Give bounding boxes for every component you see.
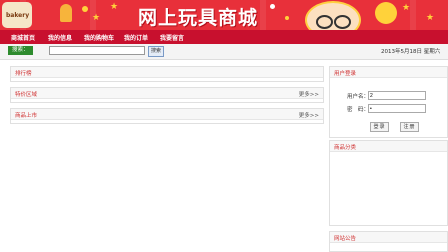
panel-header: 商品分类 <box>330 141 447 152</box>
search-input[interactable] <box>49 46 145 55</box>
bakery-logo-icon: bakery <box>2 2 32 28</box>
category-title: 商品分类 <box>334 145 357 151</box>
login-panel: 用户登录 用户名： 密 码： 登录 注册 <box>329 66 448 138</box>
dot-decoration <box>82 6 88 12</box>
glasses-icon <box>316 15 333 29</box>
panel-header: 排行榜 <box>11 67 323 78</box>
nav-my-info[interactable]: 我的信息 <box>48 33 72 42</box>
ice-cream-icon <box>60 4 72 22</box>
star-icon: ★ <box>402 3 411 13</box>
special-more-link[interactable]: 更多>> <box>299 90 319 98</box>
nav-leave-message[interactable]: 我要留言 <box>160 33 184 42</box>
username-input[interactable] <box>368 91 426 100</box>
star-icon: ★ <box>426 13 435 23</box>
password-input[interactable] <box>368 104 426 113</box>
site-title: 网上玩具商城 <box>138 7 259 29</box>
username-label: 用户名： <box>347 94 370 100</box>
notice-title: 网站公告 <box>334 236 357 242</box>
panel-header: 网站公告 <box>330 232 447 243</box>
site-banner: bakery ★ ★ ★ ★ 网上玩具商城 <box>0 0 448 30</box>
current-date: 2013年5月18日 星期六 <box>381 49 441 55</box>
login-title: 用户登录 <box>334 71 357 77</box>
special-panel: 特价区域 更多>> <box>10 87 324 103</box>
register-button[interactable]: 注册 <box>400 122 419 132</box>
ranking-title: 排行榜 <box>15 71 32 77</box>
nav-home[interactable]: 商城首页 <box>11 33 35 42</box>
girl-face-icon <box>305 1 361 30</box>
search-bar: 搜索： 搜索 2013年5月18日 星期六 <box>0 44 448 60</box>
dot-decoration <box>270 4 275 9</box>
panel-header: 用户登录 <box>330 67 447 78</box>
star-icon: ★ <box>92 13 101 23</box>
panel-header: 商品上市 更多>> <box>11 109 323 120</box>
panel-header: 特价区域 更多>> <box>11 88 323 99</box>
logo-text: bakery <box>6 12 30 19</box>
special-title: 特价区域 <box>15 92 38 98</box>
star-icon: ★ <box>110 2 119 12</box>
password-label: 密 码： <box>347 107 370 113</box>
dot-decoration <box>285 16 289 20</box>
nav-my-cart[interactable]: 我的购物车 <box>84 33 114 42</box>
ranking-panel: 排行榜 <box>10 66 324 82</box>
main-nav: 商城首页 我的信息 我的购物车 我的订单 我要留言 <box>0 30 448 44</box>
notice-panel: 网站公告 <box>329 231 448 252</box>
new-products-panel: 商品上市 更多>> <box>10 108 324 124</box>
glasses-icon <box>334 15 351 29</box>
login-button[interactable]: 登录 <box>370 122 389 132</box>
search-label: 搜索： <box>8 46 33 55</box>
new-products-title: 商品上市 <box>15 113 38 119</box>
new-products-more-link[interactable]: 更多>> <box>299 111 319 119</box>
sun-icon <box>375 2 397 24</box>
nav-my-orders[interactable]: 我的订单 <box>124 33 148 42</box>
category-panel: 商品分类 <box>329 140 448 226</box>
banner-stripe <box>410 0 416 30</box>
search-button[interactable]: 搜索 <box>148 46 164 57</box>
banner-stripe <box>260 0 266 30</box>
